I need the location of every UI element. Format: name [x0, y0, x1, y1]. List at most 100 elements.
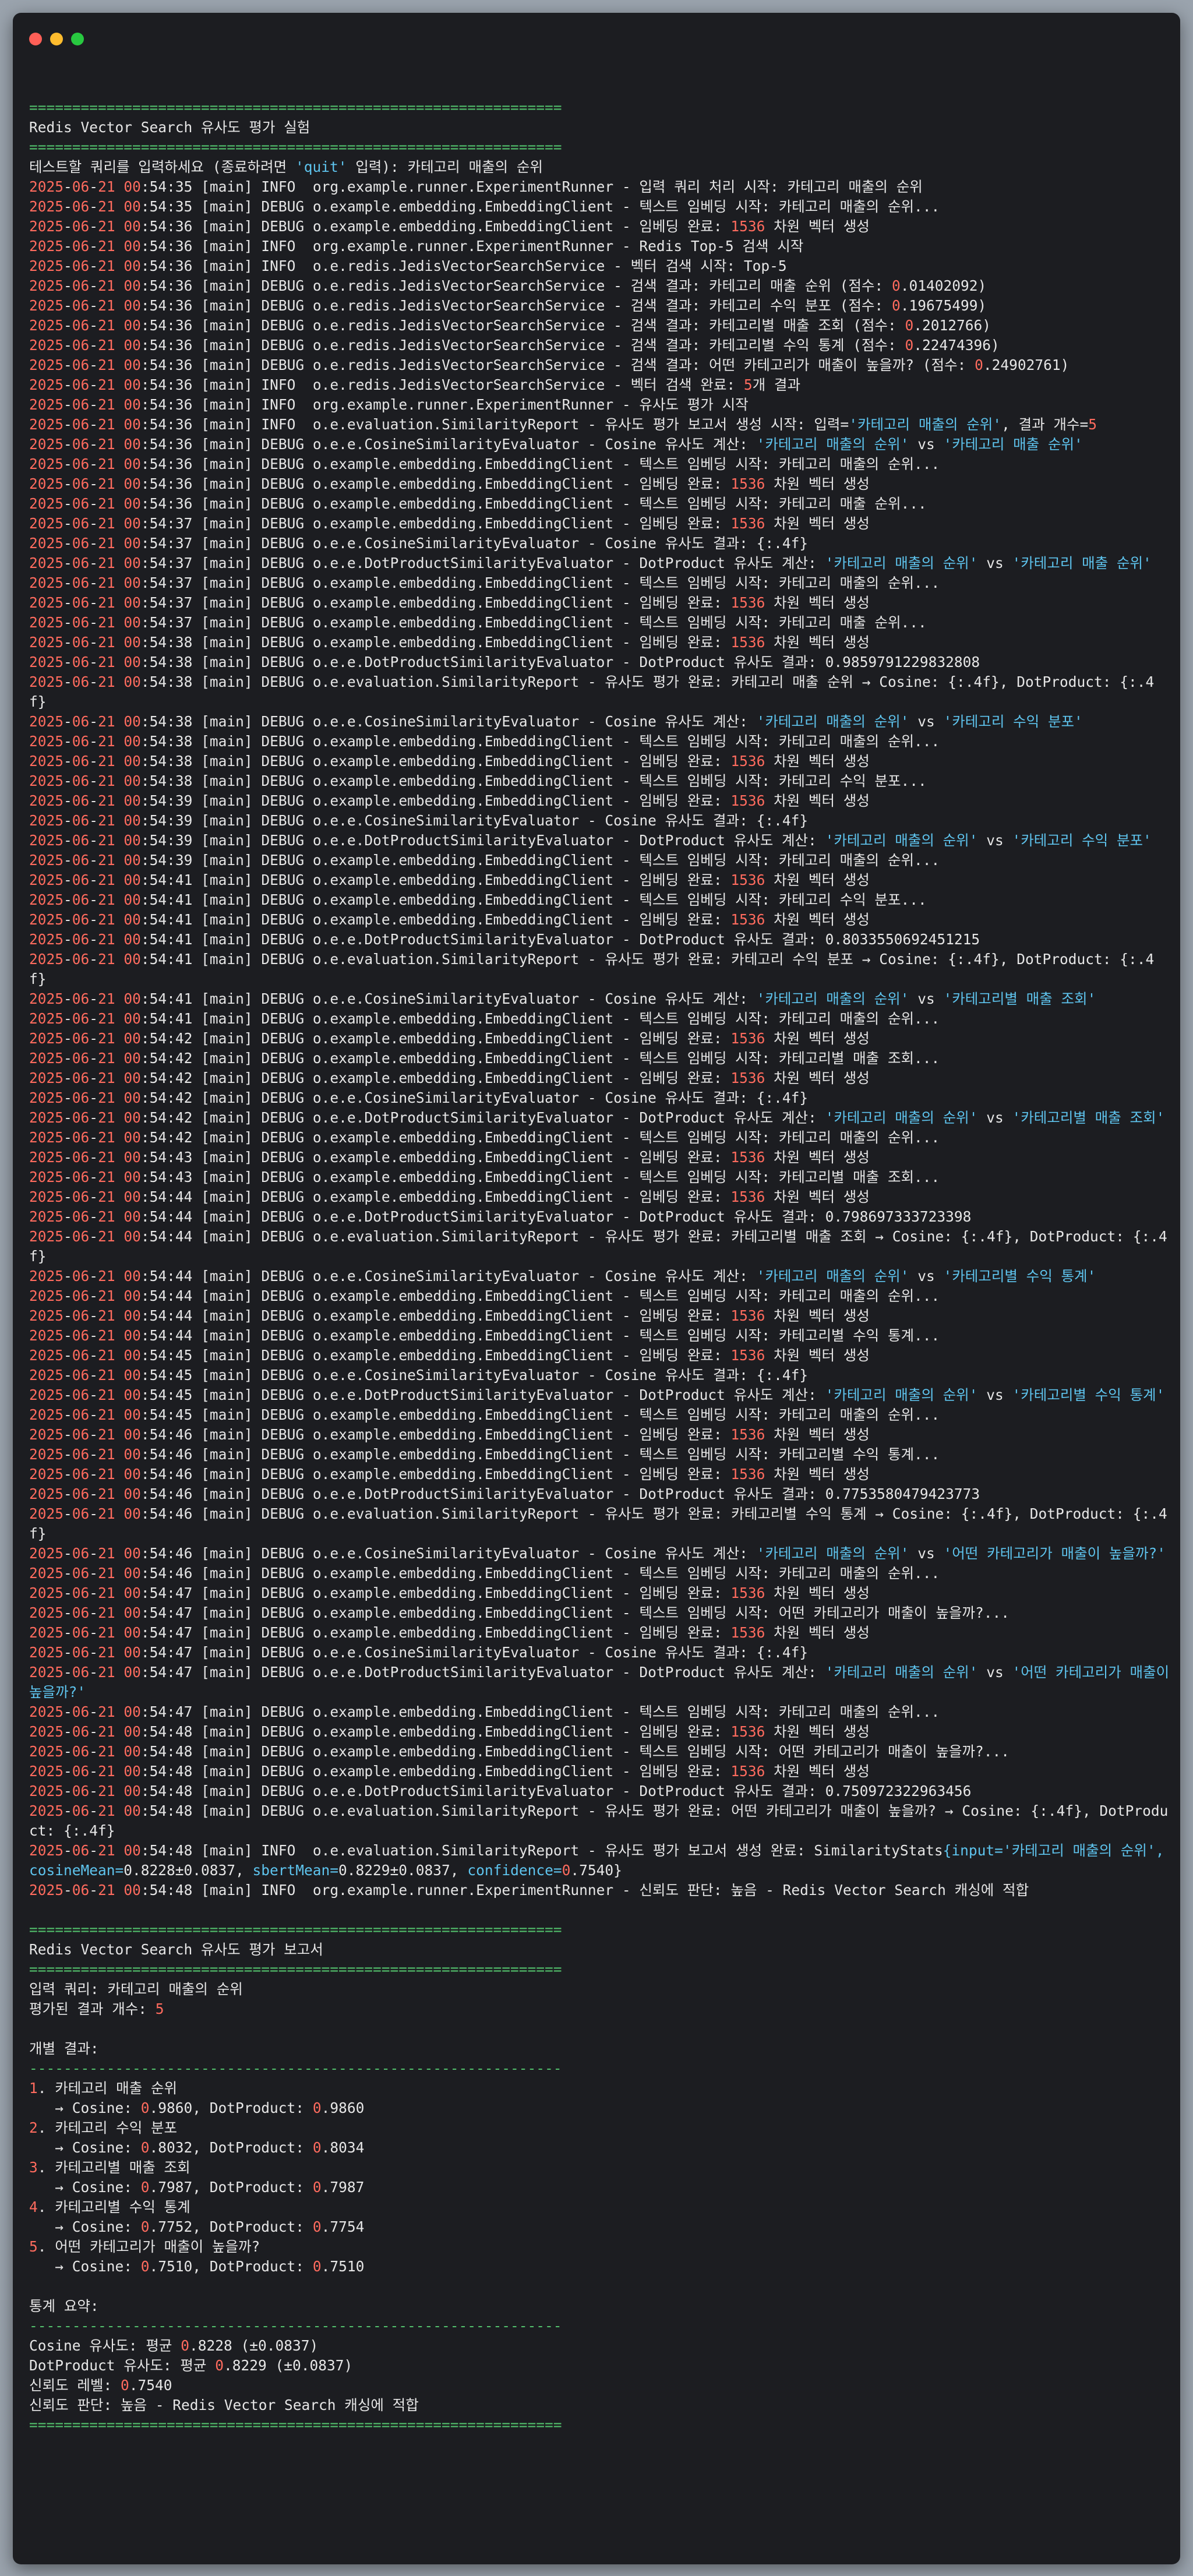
line-segment: -	[89, 990, 98, 1007]
line-segment	[115, 1703, 124, 1720]
terminal-line: → Cosine: 0.7752, DotProduct: 0.7754	[29, 2217, 1171, 2237]
line-segment: -	[89, 376, 98, 393]
line-segment: vs	[977, 1664, 1012, 1681]
line-segment	[115, 277, 124, 294]
terminal-line: 2025-06-21 00:54:37 [main] DEBUG o.e.e.D…	[29, 553, 1171, 573]
line-segment: 21	[98, 257, 115, 274]
terminal-line: 2025-06-21 00:54:48 [main] DEBUG o.examp…	[29, 1742, 1171, 1762]
terminal-line: 2025-06-21 00:54:44 [main] DEBUG o.examp…	[29, 1187, 1171, 1207]
line-segment: 06	[72, 1030, 90, 1047]
line-segment: 00	[123, 238, 141, 255]
line-segment: 21	[98, 376, 115, 393]
line-segment: 00	[123, 1307, 141, 1324]
line-segment: 2025	[29, 1268, 64, 1285]
line-segment: 00	[123, 1089, 141, 1106]
line-segment: '어떤 카테고리가 매출이 높을까?'	[943, 1545, 1166, 1562]
terminal-output[interactable]: ========================================…	[29, 78, 1171, 2435]
line-segment: 2025	[29, 594, 64, 611]
line-segment: 06	[72, 396, 90, 413]
line-segment	[115, 654, 124, 671]
line-segment	[115, 1585, 124, 1601]
line-segment: 06	[72, 337, 90, 354]
line-segment: 0	[312, 2139, 322, 2156]
line-segment: -	[63, 1149, 72, 1166]
line-segment: :54:48 [main] DEBUG o.e.evaluation.Simil…	[29, 1802, 1169, 1839]
line-segment: 00	[123, 1664, 141, 1681]
line-segment: 2	[29, 2119, 38, 2136]
line-segment: 06	[72, 1723, 90, 1740]
line-segment: 00	[123, 178, 141, 195]
line-segment: 2025	[29, 1010, 64, 1027]
line-segment: -	[63, 1386, 72, 1403]
line-segment: 2025	[29, 614, 64, 631]
line-segment: 00	[123, 1327, 141, 1344]
terminal-line: → Cosine: 0.7987, DotProduct: 0.7987	[29, 2178, 1171, 2197]
line-segment: '카테고리 매출의 순위'	[825, 832, 978, 849]
line-segment: 21	[98, 416, 115, 433]
line-segment: -	[63, 1109, 72, 1126]
line-segment: -	[63, 1208, 72, 1225]
line-segment: :54:42 [main] DEBUG o.example.embedding.…	[140, 1030, 731, 1047]
line-segment: 1536	[730, 753, 765, 770]
line-segment	[115, 1882, 124, 1899]
line-segment: .7540}	[570, 1862, 622, 1879]
maximize-window-button[interactable]	[71, 33, 84, 45]
line-segment: vs	[909, 713, 944, 730]
line-segment: 입력): 카테고리 매출의 순위	[347, 158, 543, 175]
line-segment: Cosine 유사도: 평균	[29, 2337, 181, 2354]
line-segment	[115, 1149, 124, 1166]
terminal-line: 2025-06-21 00:54:46 [main] DEBUG o.examp…	[29, 1425, 1171, 1445]
terminal-line: 2025-06-21 00:54:39 [main] DEBUG o.examp…	[29, 851, 1171, 870]
line-segment: -	[89, 1109, 98, 1126]
line-segment: 21	[98, 1050, 115, 1067]
terminal-line: 2025-06-21 00:54:38 [main] DEBUG o.e.e.D…	[29, 652, 1171, 672]
terminal-line: 3. 카테고리별 매출 조회	[29, 2158, 1171, 2178]
line-segment: -	[89, 1585, 98, 1601]
terminal-line: 2025-06-21 00:54:41 [main] DEBUG o.e.eva…	[29, 950, 1171, 989]
line-segment: 21	[98, 1188, 115, 1205]
line-segment: 1536	[730, 1466, 765, 1483]
line-segment	[115, 990, 124, 1007]
terminal-line: 2025-06-21 00:54:39 [main] DEBUG o.e.e.C…	[29, 811, 1171, 831]
line-segment: → Cosine:	[29, 2099, 141, 2116]
line-segment: :54:48 [main] DEBUG o.example.embedding.…	[140, 1743, 1010, 1760]
line-segment: :54:38 [main] DEBUG o.example.embedding.…	[140, 634, 731, 651]
line-segment: 21	[98, 753, 115, 770]
line-segment: 06	[72, 1466, 90, 1483]
line-segment	[115, 673, 124, 690]
line-segment: 2025	[29, 317, 64, 334]
line-segment: -	[63, 733, 72, 750]
line-segment: '카테고리 매출의 순위'	[825, 1386, 978, 1403]
line-segment: .2012766)	[913, 317, 991, 334]
line-segment: 차원 벡터 생성	[765, 1149, 870, 1166]
line-segment: 00	[123, 832, 141, 849]
line-segment: -	[89, 852, 98, 869]
line-segment: 00	[123, 753, 141, 770]
line-segment: -	[63, 1842, 72, 1859]
line-segment: 00	[123, 1030, 141, 1047]
terminal-line: 2025-06-21 00:54:46 [main] DEBUG o.e.eva…	[29, 1504, 1171, 1544]
line-segment: 2025	[29, 1109, 64, 1126]
terminal-line: 2025-06-21 00:54:47 [main] DEBUG o.e.e.C…	[29, 1643, 1171, 1663]
line-segment: 00	[123, 1783, 141, 1799]
line-segment: 00	[123, 891, 141, 908]
line-segment: .7510	[321, 2258, 365, 2275]
line-segment: -	[63, 1188, 72, 1205]
line-segment: :54:45 [main] DEBUG o.example.embedding.…	[140, 1406, 940, 1423]
line-segment: -	[89, 753, 98, 770]
minimize-window-button[interactable]	[50, 33, 63, 45]
line-segment: 06	[72, 1347, 90, 1364]
line-segment: 06	[72, 911, 90, 928]
terminal-line: 2. 카테고리 수익 분포	[29, 2118, 1171, 2138]
terminal-line: ========================================…	[29, 137, 1171, 157]
line-segment: 06	[72, 376, 90, 393]
terminal-line: 2025-06-21 00:54:37 [main] DEBUG o.e.e.C…	[29, 534, 1171, 553]
line-segment: 21	[98, 198, 115, 215]
line-segment: 06	[72, 614, 90, 631]
line-segment: 0	[215, 2357, 224, 2374]
line-segment: '카테고리 매출의 순위'	[825, 1109, 978, 1126]
close-window-button[interactable]	[29, 33, 42, 45]
line-segment: 2025	[29, 1743, 64, 1760]
line-segment: '카테고리별 수익 통계'	[943, 1268, 1096, 1285]
line-segment: -	[63, 257, 72, 274]
